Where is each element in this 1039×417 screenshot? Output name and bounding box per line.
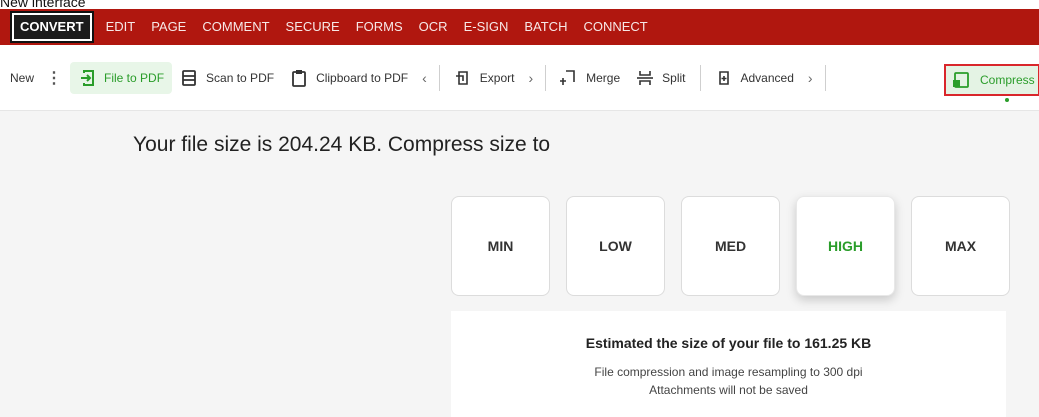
page-title: Your file size is 204.24 KB. Compress si… (133, 133, 551, 156)
level-low-button[interactable]: LOW (566, 196, 665, 296)
toolbar-divider (545, 64, 547, 91)
clipboard-icon (290, 69, 308, 87)
merge-label: Merge (586, 70, 621, 85)
advanced-button[interactable]: Advanced (707, 62, 802, 94)
convert-toolbar: New ⋮ File to PDF Scan to PDF Clipboard … (0, 45, 1039, 111)
tab-page[interactable]: PAGE (143, 13, 194, 41)
merge-button[interactable]: Merge (552, 62, 628, 94)
tab-comment[interactable]: COMMENT (194, 13, 277, 41)
tab-esign[interactable]: E-SIGN (456, 13, 517, 41)
split-label: Split (662, 70, 686, 85)
export-label: Export (479, 70, 515, 85)
split-icon (636, 69, 654, 87)
advanced-label: Advanced (740, 70, 794, 85)
split-button[interactable]: Split (628, 62, 693, 94)
caption-text: New interface (0, 0, 86, 9)
advanced-expand-icon[interactable]: › (802, 70, 819, 86)
scan-to-pdf-button[interactable]: Scan to PDF (172, 62, 282, 94)
level-high-button[interactable]: HIGH (796, 196, 895, 296)
file-to-pdf-label: File to PDF (104, 70, 165, 85)
compress-button[interactable]: Compress (944, 64, 1039, 96)
file-to-pdf-button[interactable]: File to PDF (70, 61, 173, 94)
tab-secure[interactable]: SECURE (278, 13, 348, 41)
scan-to-pdf-label: Scan to PDF (206, 70, 275, 85)
export-icon (454, 69, 472, 87)
tab-ocr[interactable]: OCR (411, 13, 456, 41)
compression-level-selector: MIN LOW MED HIGH MAX (451, 196, 1010, 296)
new-button[interactable]: New (10, 62, 38, 94)
tab-convert[interactable]: CONVERT (10, 11, 94, 43)
toolbar-divider (699, 64, 701, 91)
more-options-icon[interactable]: ⋮ (38, 68, 70, 88)
toolbar-divider (438, 64, 440, 91)
tab-connect[interactable]: CONNECT (575, 13, 655, 41)
estimated-size-text: Estimated the size of your file to 161.2… (585, 335, 872, 351)
scroll-left-icon[interactable]: ‹ (416, 70, 433, 86)
compress-label: Compress (980, 73, 1035, 87)
active-indicator (1005, 98, 1009, 102)
merge-icon (560, 69, 578, 87)
level-med-button[interactable]: MED (681, 196, 780, 296)
new-label: New (10, 70, 35, 85)
export-button[interactable]: Export (446, 62, 523, 94)
toolbar-divider (824, 64, 826, 91)
scanner-icon (180, 69, 198, 87)
clipboard-to-pdf-label: Clipboard to PDF (316, 70, 409, 85)
estimate-panel: Estimated the size of your file to 161.2… (451, 311, 1006, 417)
clipboard-to-pdf-button[interactable]: Clipboard to PDF (282, 62, 416, 94)
compression-note: File compression and image resampling to… (594, 365, 863, 379)
ribbon-menubar: CONVERT EDIT PAGE COMMENT SECURE FORMS O… (0, 9, 1039, 45)
tab-forms[interactable]: FORMS (348, 13, 411, 41)
file-to-pdf-icon (78, 69, 96, 87)
level-min-button[interactable]: MIN (451, 196, 550, 296)
tab-batch[interactable]: BATCH (516, 13, 575, 41)
attachments-note: Attachments will not be saved (649, 383, 808, 397)
advanced-icon (715, 69, 733, 87)
compress-icon (952, 71, 970, 89)
export-expand-icon[interactable]: › (522, 70, 539, 86)
tab-edit[interactable]: EDIT (98, 13, 144, 41)
caption-banner: New interface (0, 0, 1039, 9)
level-max-button[interactable]: MAX (911, 196, 1010, 296)
